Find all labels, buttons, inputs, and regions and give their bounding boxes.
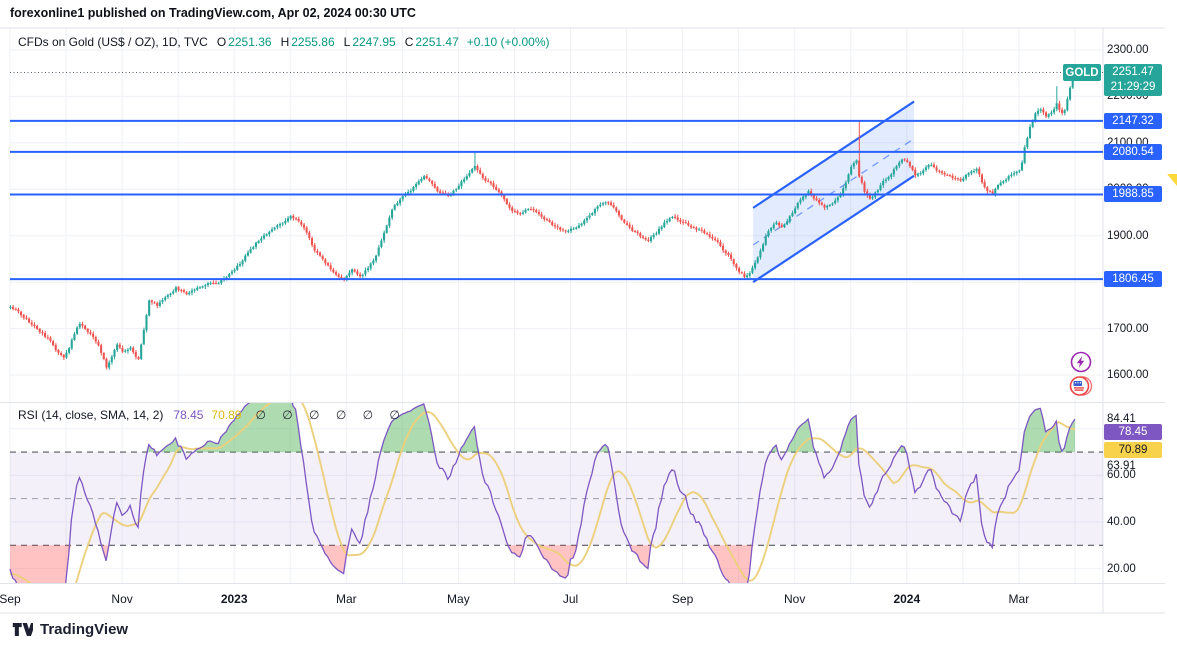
time-axis-label: 2024 [893, 592, 920, 606]
rsi-ma-value: 70.89 [211, 408, 241, 422]
close-value: 2251.47 [415, 35, 458, 49]
time-axis-label: Nov [111, 592, 132, 606]
open-value: 2251.36 [228, 35, 271, 49]
price-axis-tick: 2300.00 [1107, 43, 1149, 57]
rsi-value-badge: 70.89 [1104, 442, 1162, 458]
rsi-value: 78.45 [173, 408, 203, 422]
tradingview-published-chart: forexonline1 published on TradingView.co… [0, 0, 1177, 650]
time-axis-label: Sep [0, 592, 21, 606]
price-level-badge: 1806.45 [1104, 271, 1162, 287]
time-axis-label: Mar [336, 592, 357, 606]
high-label: H [281, 35, 290, 49]
bar-countdown: 21:29:29 [1111, 80, 1156, 95]
time-axis-label: 2023 [221, 592, 248, 606]
change-value: +0.10 (+0.00%) [467, 35, 550, 49]
rsi-empty-values: ∅ ∅ ∅ ∅ ∅ ∅ [255, 408, 399, 422]
symbol-legend: CFDs on Gold (US$ / OZ), 1D, TVC O2251.36… [18, 35, 550, 49]
price-axis-tick: 1700.00 [1107, 322, 1149, 336]
rsi-axis-tick: 40.00 [1107, 515, 1136, 529]
open-label: O [217, 35, 226, 49]
time-axis-label: Mar [1009, 592, 1030, 606]
price-axis-tick: 1900.00 [1107, 229, 1149, 243]
tradingview-brand-text: TradingView [40, 621, 128, 638]
axis-overlay: 2300.002200.002100.002000.001900.001800.… [0, 0, 1177, 650]
symbol-marker-badge: GOLD [1063, 64, 1101, 81]
time-axis-label: Sep [672, 592, 693, 606]
last-price-badge: 2251.47 21:29:29 [1104, 64, 1162, 96]
tradingview-footer[interactable]: TradingView [12, 621, 128, 638]
rsi-axis-tick: 60.00 [1107, 468, 1136, 482]
rsi-title: RSI (14, close, SMA, 14, 2) [18, 408, 163, 422]
price-axis-tick: 1600.00 [1107, 368, 1149, 382]
price-level-badge: 2080.54 [1104, 144, 1162, 160]
tradingview-logo-icon [12, 621, 33, 638]
rsi-legend: RSI (14, close, SMA, 14, 2) 78.45 70.89 ∅ ∅… [18, 408, 400, 422]
time-axis-label: Jul [563, 592, 578, 606]
low-value: 2247.95 [352, 35, 395, 49]
price-level-badge: 1988.85 [1104, 186, 1162, 202]
price-level-badge: 2147.32 [1104, 113, 1162, 129]
low-label: L [344, 35, 351, 49]
rsi-axis-tick: 20.00 [1107, 562, 1136, 576]
time-axis-label: May [447, 592, 470, 606]
rsi-value-badge: 78.45 [1104, 424, 1162, 440]
last-price-value: 2251.47 [1112, 65, 1154, 80]
close-label: C [405, 35, 414, 49]
flag-medal-icon[interactable] [1069, 374, 1093, 403]
symbol-title: CFDs on Gold (US$ / OZ), 1D, TVC [18, 35, 208, 49]
time-axis-label: Nov [784, 592, 805, 606]
high-value: 2255.86 [291, 35, 334, 49]
